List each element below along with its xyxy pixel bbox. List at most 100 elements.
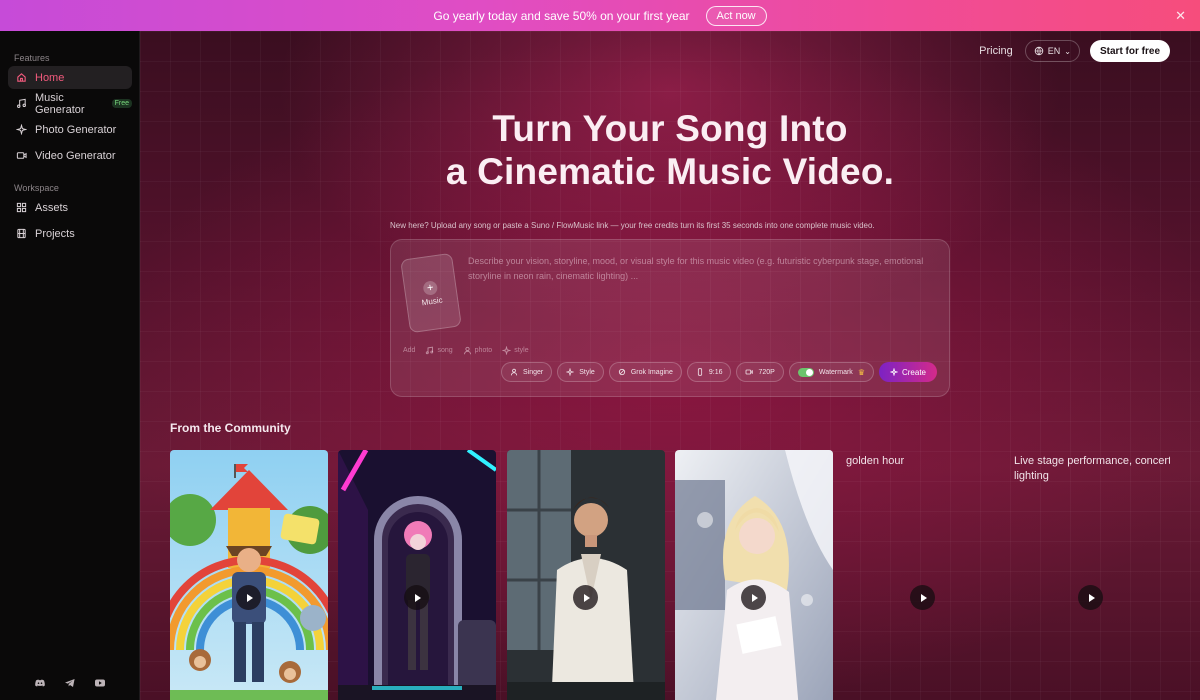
play-icon[interactable]	[404, 585, 429, 610]
telegram-icon[interactable]	[64, 676, 76, 688]
music-note-icon	[17, 98, 26, 108]
video-caption: golden hour	[846, 455, 905, 467]
sidebar-item-assets[interactable]: Assets	[8, 196, 132, 219]
discord-icon[interactable]	[34, 676, 46, 688]
close-icon[interactable]: ✕	[1175, 8, 1186, 24]
watermark-label: Watermark	[818, 368, 853, 376]
sparkle-icon	[16, 124, 27, 135]
community-video-card[interactable]	[338, 450, 496, 700]
play-icon[interactable]	[236, 585, 261, 610]
sparkle-icon	[566, 368, 575, 376]
social-links	[0, 676, 140, 688]
sidebar-item-label: Photo Generator	[35, 123, 117, 136]
add-style-label: style	[514, 347, 529, 354]
sidebar-item-label: Projects	[35, 227, 75, 240]
video-camera-icon	[16, 152, 27, 159]
sidebar-item-label: Video Generator	[35, 149, 116, 162]
language-selector[interactable]: EN ⌄	[1024, 40, 1080, 62]
video-thumbnail	[507, 450, 665, 700]
community-video-card[interactable]: Live stage performance, concert lighting	[1012, 450, 1170, 700]
grok-icon	[618, 368, 625, 376]
music-note-icon	[426, 346, 434, 355]
add-label: Add	[403, 347, 416, 354]
features-section-label: Features	[14, 53, 50, 63]
aspect-ratio-label: 9:16	[708, 368, 723, 376]
pricing-link[interactable]: Pricing	[979, 45, 1013, 57]
play-icon[interactable]	[910, 585, 935, 610]
style-button[interactable]: Style	[557, 362, 604, 382]
model-selector[interactable]: Grok Imagine	[608, 362, 682, 382]
music-upload-slot[interactable]: + Music	[400, 252, 462, 334]
start-for-free-button[interactable]: Start for free	[1089, 40, 1170, 62]
sidebar-item-home[interactable]: Home	[8, 66, 132, 89]
top-nav: Pricing EN ⌄ Start for free	[979, 40, 1170, 62]
youtube-icon[interactable]	[94, 676, 106, 688]
options-row: Singer Style Grok Imagine 9:16 720P Wate…	[501, 362, 937, 382]
add-photo-button[interactable]: photo	[463, 346, 493, 355]
free-badge: Free	[111, 99, 132, 108]
community-video-card[interactable]	[507, 450, 665, 700]
person-icon	[510, 368, 518, 376]
add-attachments-row: Add song photo style	[403, 346, 529, 355]
community-video-card[interactable]: golden hour	[844, 450, 1002, 700]
sidebar-item-photo-generator[interactable]: Photo Generator	[8, 118, 132, 141]
sidebar-item-label: Music Generator	[35, 91, 85, 116]
sparkle-icon	[889, 368, 898, 376]
video-camera-icon	[746, 369, 754, 375]
community-title: From the Community	[170, 421, 291, 435]
main-area: Pricing EN ⌄ Start for free Turn Your So…	[140, 31, 1200, 700]
community-video-card[interactable]	[170, 450, 328, 700]
sidebar-item-label: Home	[35, 71, 65, 84]
chevron-down-icon: ⌄	[1064, 46, 1071, 56]
sidebar-item-label: Assets	[35, 201, 69, 214]
act-now-button[interactable]: Act now	[705, 5, 767, 26]
promo-banner: Go yearly today and save 50% on your fir…	[0, 0, 1200, 31]
play-icon[interactable]	[741, 585, 766, 610]
model-label: Grok Imagine	[630, 368, 673, 376]
prompt-card: + Music Describe your vision, storyline,…	[390, 239, 950, 397]
video-caption: Live stage performance, concert lighting	[1014, 455, 1170, 482]
phone-icon	[697, 368, 702, 376]
video-thumbnail	[170, 450, 328, 700]
film-icon	[17, 228, 26, 239]
plus-icon: +	[422, 279, 439, 296]
hero-subtitle: New here? Upload any song or paste a Sun…	[390, 221, 875, 230]
add-song-label: song	[437, 347, 453, 354]
watermark-toggle[interactable]: Watermark ♛	[788, 362, 874, 382]
create-button[interactable]: Create	[878, 362, 937, 382]
hero-title-line-2: a Cinematic Music Video.	[445, 151, 895, 192]
hero-title: Turn Your Song Into a Cinematic Music Vi…	[140, 107, 1200, 193]
hero-title-line-1: Turn Your Song Into	[492, 108, 848, 149]
sidebar-item-projects[interactable]: Projects	[8, 222, 132, 245]
singer-button[interactable]: Singer	[501, 362, 553, 382]
sparkle-icon	[502, 346, 512, 355]
add-style-button[interactable]: style	[502, 346, 529, 355]
music-upload-label: Music	[421, 295, 444, 307]
style-label: Style	[579, 368, 595, 376]
prompt-input[interactable]: Describe your vision, storyline, mood, o…	[468, 254, 938, 284]
add-photo-label: photo	[474, 347, 493, 354]
home-icon	[17, 73, 26, 82]
workspace-section-label: Workspace	[14, 183, 59, 193]
aspect-ratio-selector[interactable]: 9:16	[686, 362, 732, 382]
community-video-card[interactable]	[675, 450, 833, 700]
play-icon[interactable]	[573, 585, 598, 610]
play-icon[interactable]	[1078, 585, 1103, 610]
sidebar-item-video-generator[interactable]: Video Generator	[8, 144, 132, 167]
person-icon	[463, 346, 471, 355]
add-song-button[interactable]: song	[425, 346, 453, 355]
create-label: Create	[901, 367, 926, 377]
video-thumbnail	[338, 450, 496, 700]
crown-icon: ♛	[857, 367, 865, 377]
language-label: EN	[1047, 46, 1061, 56]
sidebar: Features Home Music Generator Free Photo…	[0, 31, 140, 700]
globe-icon	[1034, 46, 1044, 56]
sidebar-item-music-generator[interactable]: Music Generator Free	[8, 91, 132, 116]
toggle-switch[interactable]	[797, 367, 814, 377]
promo-text: Go yearly today and save 50% on your fir…	[433, 8, 690, 23]
video-thumbnail	[675, 450, 833, 700]
grid-icon	[16, 202, 27, 213]
resolution-label: 720P	[758, 368, 775, 376]
singer-label: Singer	[523, 368, 544, 376]
resolution-selector[interactable]: 720P	[736, 362, 784, 382]
